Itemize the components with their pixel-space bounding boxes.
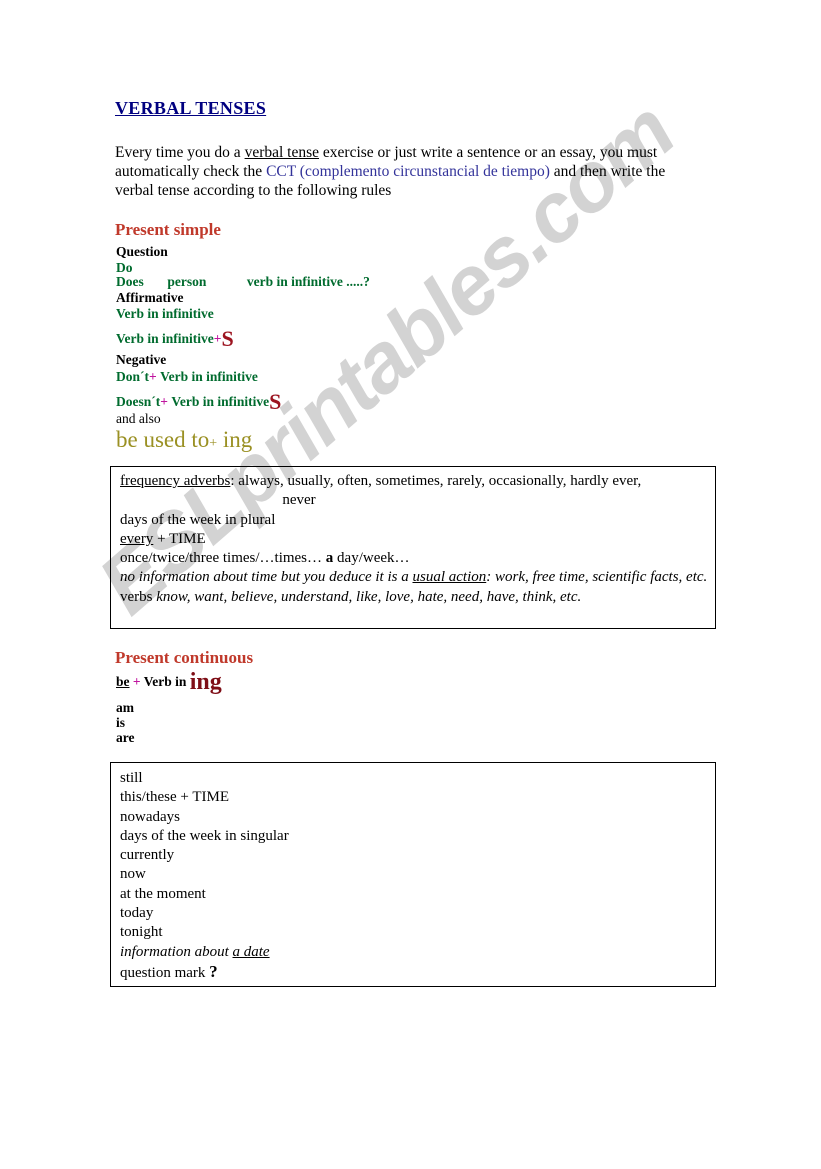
plus-sign-icon: + (209, 436, 218, 451)
heading-present-continuous: Present continuous (115, 648, 254, 667)
box-item-nowadays: nowadays (120, 808, 180, 825)
plus-sign-icon: + (132, 674, 141, 689)
s-ending-marker: S (269, 389, 282, 414)
intro-cct-phrase: CCT (complemento circunstancial de tiemp… (266, 163, 550, 180)
intro-underlined-verbal-tense: verbal tense (244, 144, 320, 161)
box-item-today: today (120, 905, 154, 922)
a-date-label: a date (232, 943, 270, 960)
formula-ing: ing (189, 669, 222, 695)
intro-text-1: Every time you do a (115, 144, 245, 161)
text-and-also: and also (116, 411, 161, 426)
plus-sign-icon: + (149, 369, 157, 384)
text-does-structure: Does person verb in infinitive .....? (116, 274, 370, 289)
question-mark-label: question mark (120, 964, 210, 981)
aux-are: are (116, 730, 135, 745)
usual-action-label: usual action (412, 569, 487, 586)
box-item-days-singular: days of the week in singular (120, 827, 289, 844)
present-simple-time-markers-box: frequency adverbs: always, usually, ofte… (110, 466, 716, 629)
s-ending-marker: S (221, 326, 234, 351)
aux-am: am (116, 700, 134, 715)
verbs-list: know, want, believe, understand, like, l… (156, 588, 582, 605)
dont-rest: Verb in infinitive (160, 369, 258, 384)
box-item-still: still (120, 770, 143, 786)
box-line-never: never (282, 492, 316, 509)
box-item-tonight: tonight (120, 924, 163, 941)
document-page: VERBAL TENSES Every time you do a verbal… (0, 0, 821, 1169)
label-affirmative: Affirmative (116, 290, 184, 305)
every-label: every (120, 530, 154, 547)
be-used-to-phrase: be used to (116, 427, 210, 452)
aux-is: is (116, 715, 126, 730)
doesnt-rest: Verb in infinitive (171, 394, 270, 409)
box-line-every-time: every + TIME (120, 530, 708, 549)
box-line-days-plural: days of the week in plural (120, 511, 276, 528)
text-doesnt-structure: Doesn´t+ Verb in infinitiveS (116, 391, 281, 413)
box-item-this-these-time: this/these + TIME (120, 789, 230, 806)
present-continuous-formula: be + Verb in ing (116, 670, 222, 694)
doesnt-word: Doesn´t (116, 394, 161, 409)
dont-word: Don´t (116, 369, 149, 384)
present-continuous-time-markers-box: still this/these + TIME nowadays days of… (110, 762, 716, 987)
question-mark-icon: ? (209, 961, 218, 981)
heading-present-simple: Present simple (115, 220, 221, 239)
formula-verb-in: Verb in (143, 674, 187, 689)
frequency-adverbs-label: frequency adverbs (120, 473, 231, 489)
label-negative: Negative (116, 352, 167, 367)
text-dont-structure: Don´t+ Verb in infinitive (116, 369, 258, 385)
box-line-frequency-adverbs: frequency adverbs: always, usually, ofte… (120, 472, 708, 491)
box-item-question-mark: question mark ? (120, 962, 708, 983)
be-used-to-ing: ing (222, 427, 253, 452)
every-rest: + TIME (153, 530, 206, 547)
box-item-at-the-moment: at the moment (120, 885, 206, 902)
count-part-2: day/week… (333, 550, 410, 567)
verb-infinitive-base: Verb in infinitive (116, 331, 214, 346)
box-line-stative-verbs: verbs know, want, believe, understand, l… (120, 588, 708, 607)
formula-be: be (116, 674, 130, 689)
text-be-used-to: be used to+ ing (116, 427, 252, 453)
no-info-part-1: no information about time but you deduce… (120, 569, 413, 586)
page-title: VERBAL TENSES (115, 98, 267, 118)
box-item-currently: currently (120, 847, 175, 864)
frequency-adverbs-list: : always, usually, often, sometimes, rar… (230, 473, 642, 489)
plus-sign-icon: + (160, 394, 168, 409)
box-item-now: now (120, 866, 146, 883)
no-info-part-2: : work, free time, scientific facts, etc… (486, 569, 708, 586)
box-line-no-information: no information about time but you deduce… (120, 568, 708, 587)
box-line-frequency-count: once/twice/three times/…times… a day/wee… (120, 549, 708, 568)
box-item-information-about-date: information about a date (120, 943, 708, 962)
text-verb-in-infinitive: Verb in infinitive (116, 306, 214, 321)
label-question: Question (116, 244, 168, 259)
intro-paragraph: Every time you do a verbal tense exercis… (115, 143, 707, 200)
count-part-1: once/twice/three times/…times… (120, 550, 326, 567)
verbs-label: verbs (120, 588, 157, 605)
text-verb-in-infinitive-plus-s: Verb in infinitive+S (116, 328, 234, 350)
info-about-part: information about (120, 943, 233, 960)
